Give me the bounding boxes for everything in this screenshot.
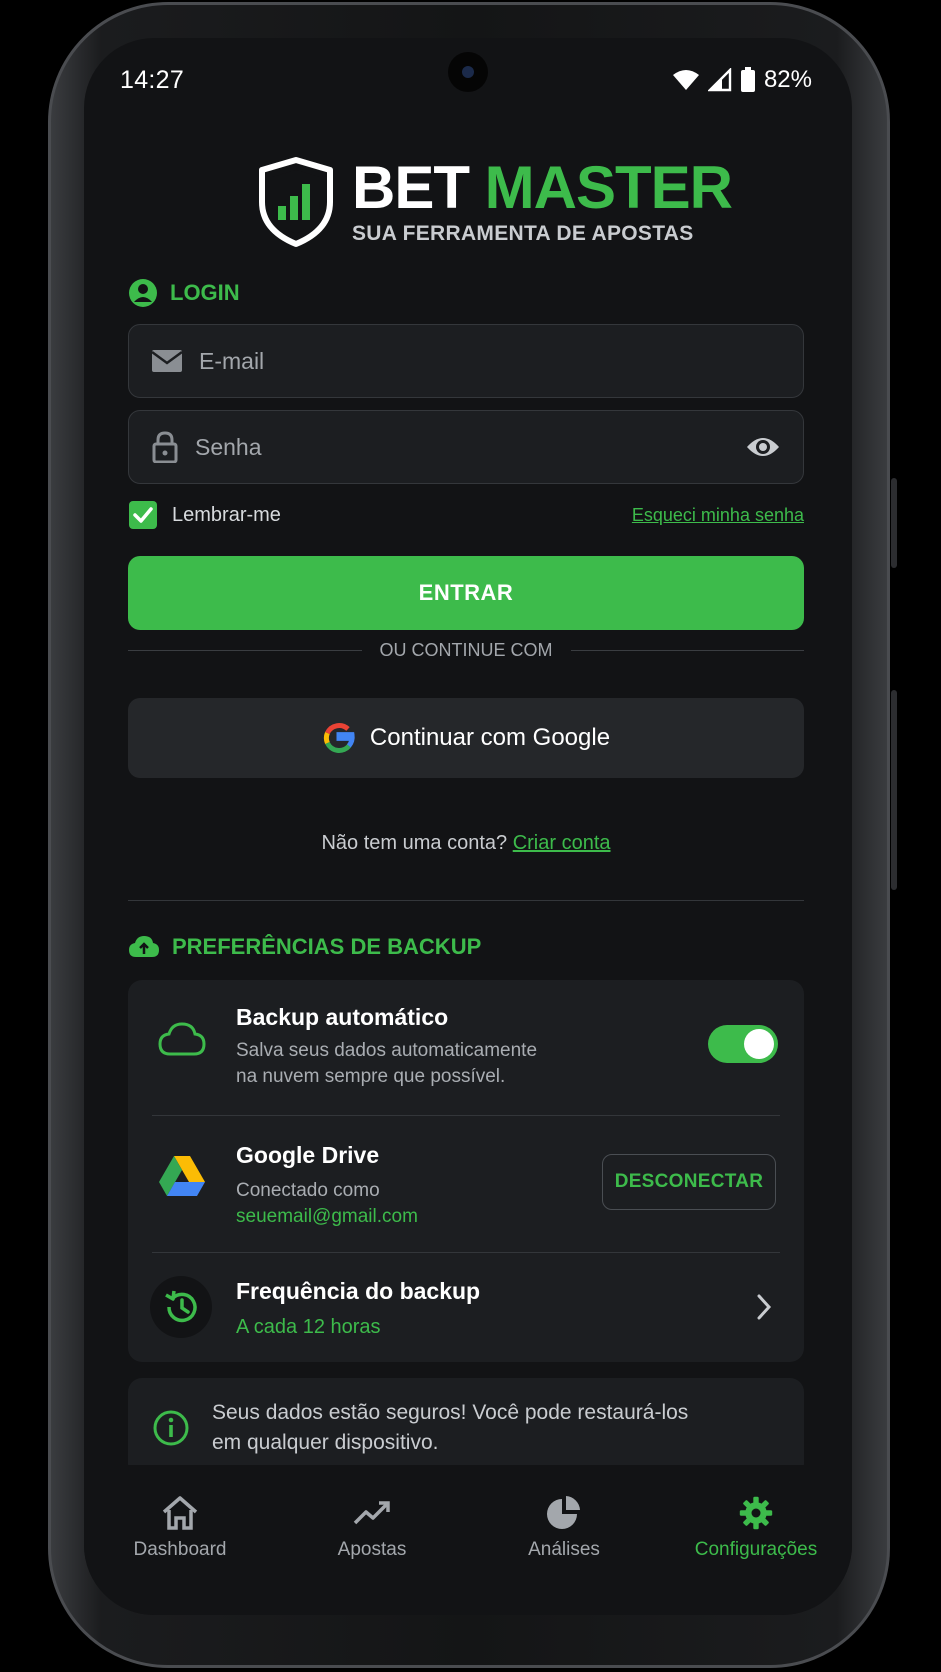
brand-name-white: BET bbox=[352, 154, 470, 221]
backup-frequency-row[interactable]: Frequência do backup A cada 12 horas bbox=[128, 1252, 804, 1362]
password-field[interactable] bbox=[128, 410, 804, 484]
login-button[interactable]: ENTRAR bbox=[128, 556, 804, 630]
nav-apostas-label: Apostas bbox=[337, 1539, 407, 1560]
auto-backup-row: Backup automático Salva seus dados autom… bbox=[128, 980, 804, 1116]
backup-frequency-title: Frequência do backup bbox=[236, 1278, 481, 1304]
backup-title-text: PREFERÊNCIAS DE BACKUP bbox=[172, 934, 482, 959]
power-button bbox=[891, 690, 897, 890]
app-logo: BET MASTER SUA FERRAMENTA DE APOSTAS bbox=[256, 154, 733, 248]
disconnect-button[interactable]: DESCONECTAR bbox=[602, 1154, 776, 1210]
bottom-navigation: Dashboard Apostas Análises Configurações bbox=[84, 1465, 852, 1615]
nav-dashboard-label: Dashboard bbox=[133, 1539, 227, 1560]
pie-chart-icon bbox=[547, 1496, 580, 1529]
backup-section: PREFERÊNCIAS DE BACKUP Backup automático… bbox=[128, 934, 804, 1514]
backup-frequency-value: A cada 12 horas bbox=[236, 1316, 381, 1338]
backup-section-title: PREFERÊNCIAS DE BACKUP bbox=[128, 934, 481, 960]
brand-tagline: SUA FERRAMENTA DE APOSTAS bbox=[352, 222, 694, 245]
nav-analises[interactable]: Análises bbox=[468, 1465, 660, 1615]
history-icon bbox=[165, 1290, 197, 1323]
cloud-upload-icon bbox=[129, 936, 159, 957]
info-text-1: Seus dados estão seguros! Você pode rest… bbox=[212, 1401, 689, 1424]
google-button-label: Continuar com Google bbox=[369, 724, 611, 751]
login-section: LOGIN E-mail Lembrar-me Esqueci minha se… bbox=[128, 278, 804, 858]
backup-settings-card: Backup automático Salva seus dados autom… bbox=[128, 980, 804, 1362]
section-divider bbox=[128, 900, 804, 901]
email-field[interactable] bbox=[128, 324, 804, 398]
front-camera bbox=[448, 52, 488, 92]
auto-backup-title: Backup automático bbox=[236, 1004, 449, 1030]
nav-configuracoes-label: Configurações bbox=[694, 1539, 818, 1560]
login-title-text: LOGIN bbox=[170, 280, 240, 305]
user-icon bbox=[129, 279, 157, 307]
wifi-icon bbox=[672, 70, 699, 90]
remember-row: Lembrar-me Esqueci minha senha bbox=[128, 500, 804, 530]
shield-chart-icon bbox=[259, 157, 333, 247]
nav-analises-label: Análises bbox=[528, 1539, 600, 1560]
password-input[interactable] bbox=[195, 433, 745, 461]
chevron-right-icon bbox=[757, 1294, 772, 1320]
battery-icon bbox=[740, 67, 755, 92]
gear-icon bbox=[739, 1496, 773, 1530]
forgot-password-link[interactable]: Esqueci minha senha bbox=[632, 505, 804, 526]
auto-backup-desc-1: Salva seus dados automaticamente bbox=[236, 1040, 538, 1061]
volume-button bbox=[891, 478, 897, 568]
lock-icon bbox=[152, 431, 178, 463]
or-divider-label: OU CONTINUE COM bbox=[379, 640, 553, 660]
info-icon bbox=[153, 1410, 189, 1446]
google-signin-button[interactable]: Continuar com Google bbox=[128, 698, 804, 778]
drive-account-email: seuemail@gmail.com bbox=[236, 1206, 418, 1227]
remember-me[interactable]: Lembrar-me bbox=[128, 500, 281, 530]
google-drive-title: Google Drive bbox=[236, 1142, 380, 1168]
nav-dashboard[interactable]: Dashboard bbox=[84, 1465, 276, 1615]
status-time: 14:27 bbox=[120, 65, 185, 94]
create-account-link[interactable]: Criar conta bbox=[513, 832, 611, 854]
signal-icon bbox=[707, 68, 732, 92]
history-icon-wrap bbox=[150, 1276, 212, 1338]
google-logo-icon bbox=[323, 723, 355, 753]
remember-label: Lembrar-me bbox=[172, 503, 281, 526]
email-input[interactable] bbox=[199, 347, 781, 375]
auto-backup-toggle[interactable] bbox=[708, 1025, 778, 1063]
brand-name-green: MASTER bbox=[484, 154, 733, 221]
brand-name: BET MASTER bbox=[352, 154, 733, 221]
trend-icon bbox=[353, 1501, 390, 1525]
info-card: Seus dados estão seguros! Você pode rest… bbox=[128, 1378, 804, 1478]
or-divider: OU CONTINUE COM bbox=[128, 640, 804, 661]
no-account-text: Não tem uma conta? bbox=[321, 832, 508, 854]
signup-prompt: Não tem uma conta? Criar conta bbox=[128, 832, 804, 855]
nav-configuracoes[interactable]: Configurações bbox=[660, 1465, 852, 1615]
login-section-title: LOGIN bbox=[128, 278, 240, 308]
eye-icon[interactable] bbox=[745, 435, 781, 459]
nav-apostas[interactable]: Apostas bbox=[276, 1465, 468, 1615]
google-drive-icon bbox=[159, 1156, 205, 1196]
home-icon bbox=[162, 1496, 198, 1530]
battery-level: 82% bbox=[763, 66, 812, 93]
checkbox-checked-icon[interactable] bbox=[128, 500, 158, 530]
google-drive-row: Google Drive Conectado como seuemail@gma… bbox=[128, 1116, 804, 1252]
info-text-2: em qualquer dispositivo. bbox=[212, 1431, 439, 1454]
screen: 14:27 82% BET MASTER SUA FERRAMENTA DE A… bbox=[84, 38, 852, 1615]
drive-connected-as: Conectado como bbox=[236, 1180, 380, 1201]
auto-backup-desc-2: na nuvem sempre que possível. bbox=[236, 1066, 506, 1087]
cloud-icon bbox=[158, 1022, 206, 1056]
envelope-icon bbox=[151, 350, 183, 372]
